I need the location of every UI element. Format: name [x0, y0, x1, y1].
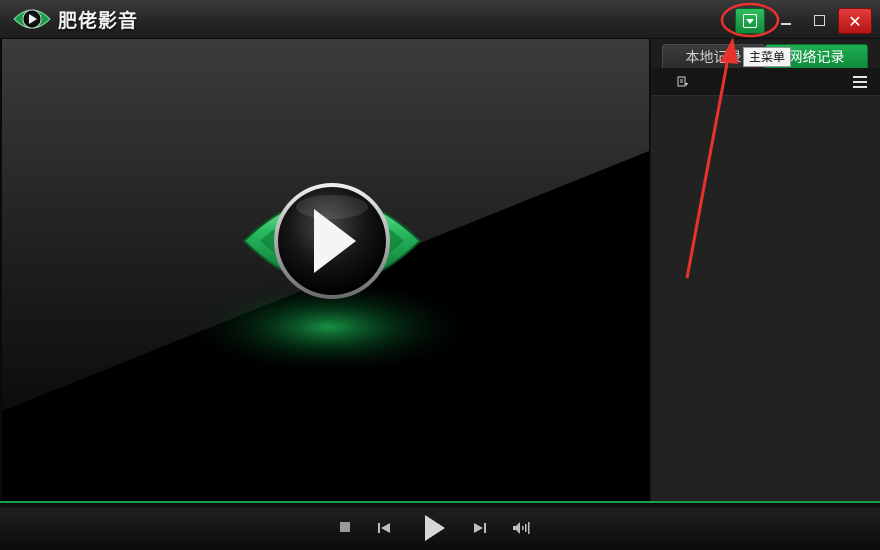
dropdown-menu-icon	[743, 14, 757, 28]
playlist-sidebar: 本地记录 网络记录	[650, 39, 880, 501]
volume-icon[interactable]	[512, 521, 530, 535]
tab-local-records-label: 本地记录	[685, 49, 742, 66]
minimize-button[interactable]	[773, 8, 799, 32]
main-menu-tooltip: 主菜单	[743, 47, 792, 67]
playlist-toolbar	[651, 68, 880, 96]
video-display-area[interactable]	[2, 39, 649, 501]
previous-icon[interactable]	[376, 521, 392, 535]
close-icon: ✕	[848, 11, 862, 31]
main-menu-button[interactable]	[735, 8, 765, 34]
close-button[interactable]: ✕	[838, 8, 872, 34]
title-bar[interactable]: 肥佬影音 ✕	[0, 0, 880, 39]
minimize-icon	[781, 23, 791, 25]
playlist-list[interactable]	[651, 96, 880, 501]
stop-icon[interactable]	[340, 522, 350, 532]
hamburger-menu-icon[interactable]	[853, 76, 867, 88]
app-logo-icon	[13, 9, 51, 29]
add-to-list-icon[interactable]	[677, 76, 689, 88]
maximize-button[interactable]	[806, 8, 832, 32]
next-icon[interactable]	[472, 521, 488, 535]
maximize-icon	[813, 14, 825, 26]
play-icon[interactable]	[421, 513, 447, 543]
big-play-button[interactable]	[238, 167, 426, 347]
app-title: 肥佬影音	[58, 10, 139, 32]
tab-network-records-label: 网络记录	[788, 49, 845, 66]
control-bar	[0, 508, 880, 550]
